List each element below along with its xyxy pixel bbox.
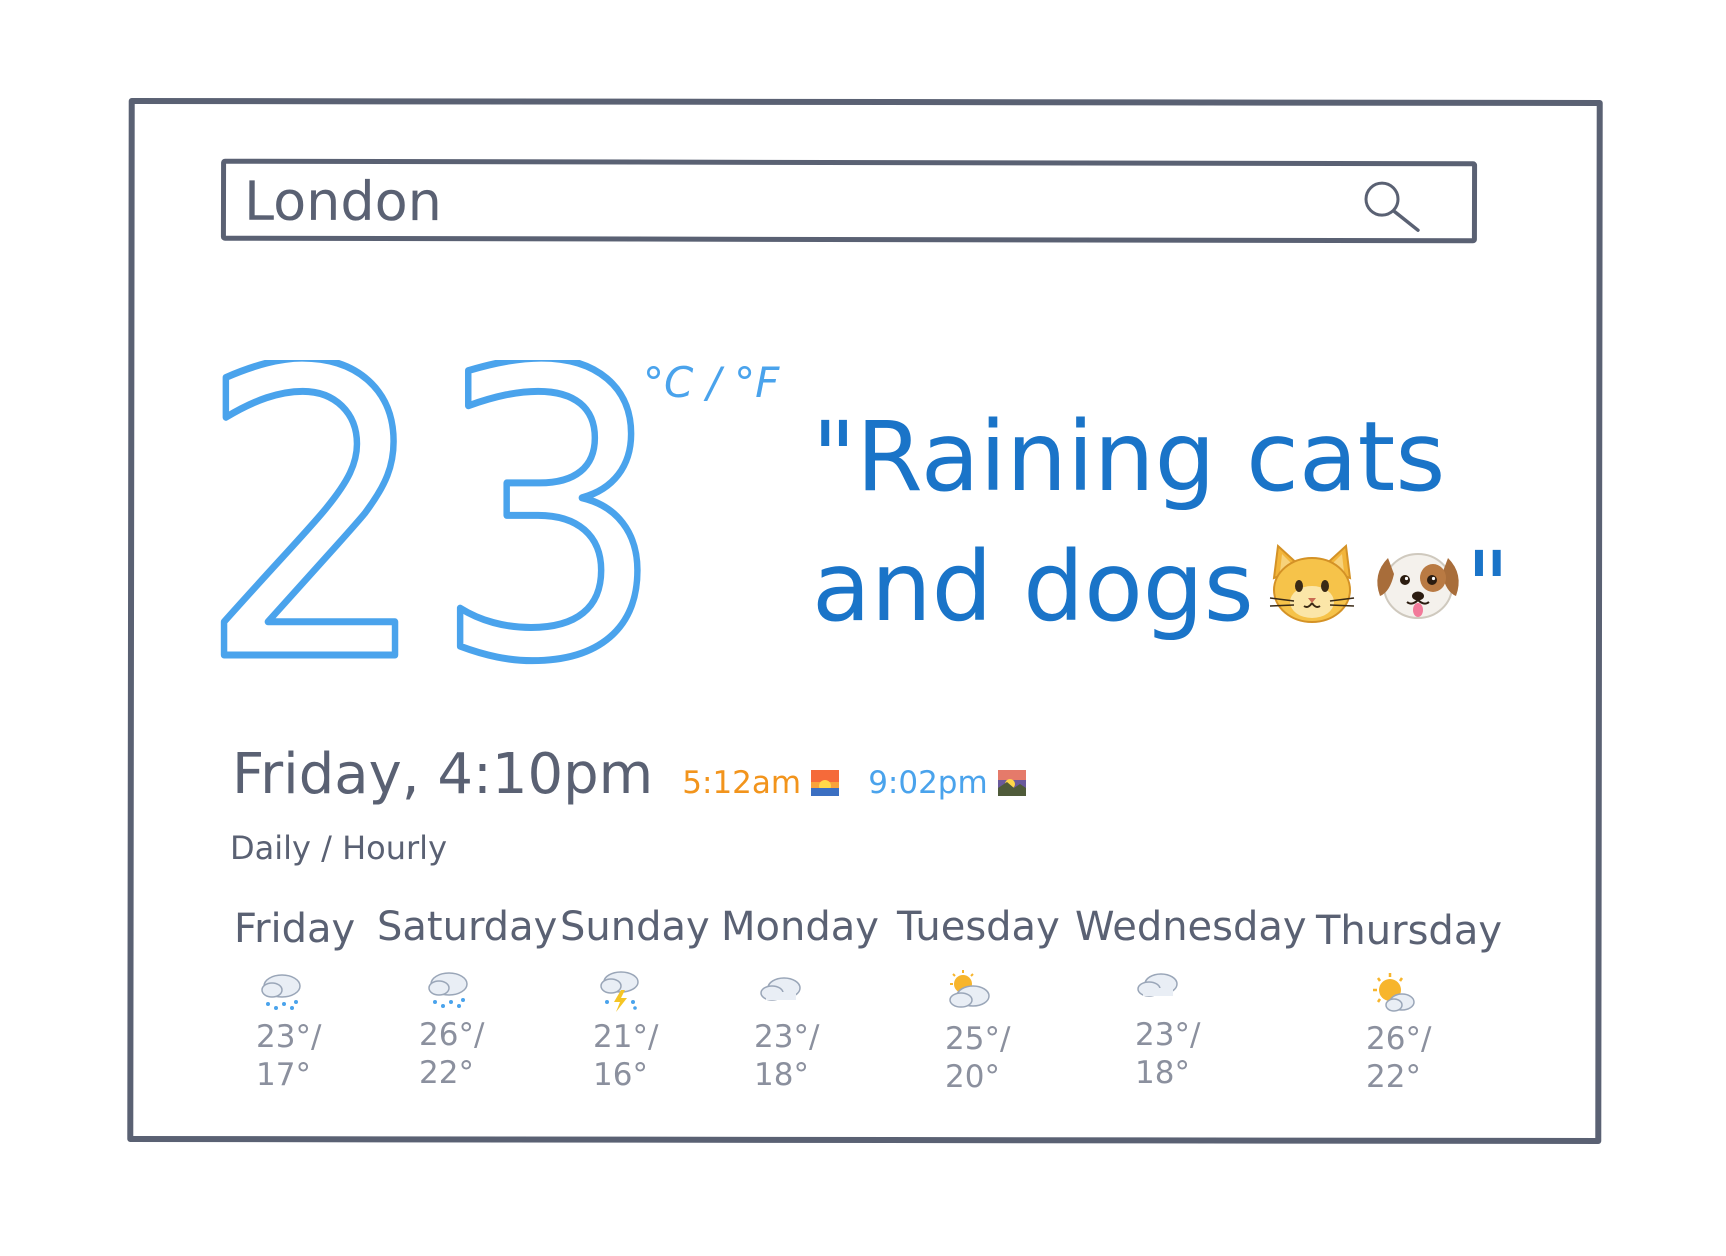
forecast-temps: 23°/ 18°	[754, 1018, 921, 1094]
rain-cloud-icon	[428, 972, 468, 1008]
forecast-day: Thursday 26°/ 22°	[1316, 906, 1516, 1096]
condition-line-2: and dogs "	[812, 522, 1592, 652]
sunrise-time: 5:12am	[682, 765, 802, 801]
forecast-day-name: Monday	[721, 904, 879, 950]
sunrise-icon	[811, 770, 840, 796]
forecast-day-name: Wednesday	[1075, 904, 1307, 950]
forecast-day: Tuesday 25°/ 20°	[897, 902, 1097, 1096]
forecast-high: 23°/	[1135, 1017, 1201, 1053]
cloud-icon	[1137, 973, 1178, 997]
forecast-day-name: Saturday	[377, 904, 558, 950]
forecast-day-name: Thursday	[1316, 908, 1502, 954]
unit-toggle[interactable]: °C / °F	[643, 358, 779, 408]
forecast-low: 22°	[419, 1055, 474, 1091]
cat-face-icon	[1269, 543, 1354, 623]
sunset-icon	[997, 770, 1026, 796]
condition-line-2-text: and dogs	[812, 531, 1254, 643]
forecast-day: Wednesday 23°/ 18°	[1075, 902, 1307, 1092]
search-input[interactable]: London	[244, 170, 442, 233]
svg-text:23: 23	[205, 360, 667, 680]
forecast-high: 26°/	[419, 1017, 485, 1053]
current-temperature: 23	[205, 360, 671, 680]
sun-behind-cloud-icon	[949, 970, 990, 1008]
forecast-day: Saturday 26°/ 22°	[377, 902, 577, 1092]
forecast-low: 22°	[1366, 1059, 1421, 1095]
forecast-temps: 23°/ 18°	[1135, 1016, 1275, 1092]
current-datetime: Friday, 4:10pm	[232, 742, 654, 807]
sun-behind-small-cloud-icon	[1373, 973, 1415, 1012]
rain-cloud-icon	[261, 974, 301, 1010]
forecast-low: 18°	[754, 1057, 809, 1093]
daily-hourly-toggle[interactable]: Daily / Hourly	[230, 828, 447, 868]
condition-close-quote: "	[1465, 531, 1510, 643]
forecast-high: 26°/	[1366, 1021, 1432, 1057]
thunderstorm-icon	[600, 971, 639, 1012]
condition-text: "Raining cats and dogs "	[812, 392, 1592, 652]
forecast-day-name: Tuesday	[897, 904, 1060, 950]
forecast-low: 18°	[1135, 1055, 1190, 1091]
datetime-row: Friday, 4:10pm 5:12am 9:02pm	[232, 740, 1026, 820]
forecast-high: 23°/	[754, 1019, 820, 1055]
cloud-icon	[760, 977, 801, 1001]
forecast-temps: 26°/ 22°	[1366, 1020, 1516, 1096]
dog-face-icon	[1377, 553, 1459, 619]
forecast-day: Monday 23°/ 18°	[721, 902, 921, 1094]
sunset-time: 9:02pm	[868, 765, 988, 801]
search-icon[interactable]	[1360, 178, 1424, 234]
search-bar[interactable]: London	[220, 158, 1478, 244]
forecast-temps: 26°/ 22°	[419, 1016, 577, 1092]
condition-line-1: "Raining cats	[812, 401, 1446, 513]
